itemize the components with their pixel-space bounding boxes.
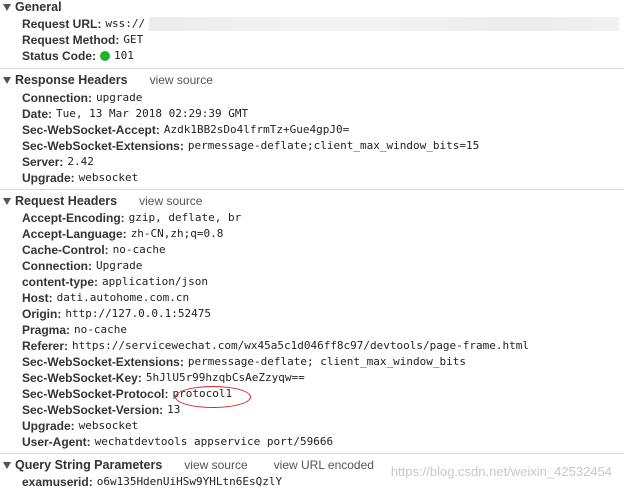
annotation-ellipse	[175, 386, 251, 408]
header-key: Upgrade:	[22, 419, 75, 433]
header-key: Connection:	[22, 91, 92, 105]
triangle-down-icon[interactable]	[3, 197, 11, 205]
header-row: content-type: application/json	[22, 274, 208, 290]
header-value: application/json	[102, 275, 208, 288]
header-value: 101	[114, 49, 134, 62]
header-key: Sec-WebSocket-Extensions:	[22, 355, 184, 369]
header-row: Accept-Language: zh-CN,zh;q=0.8	[22, 226, 223, 242]
header-value: 5hJlU5r99hzqbCsAeZzyqw==	[145, 371, 305, 384]
header-row: Sec-WebSocket-Accept: Azdk1BB2sDo4lfrmTz…	[22, 122, 349, 138]
divider	[0, 68, 624, 69]
header-value: GET	[123, 33, 144, 46]
status-dot-icon	[100, 51, 111, 61]
general-title: General	[15, 0, 62, 14]
response-headers-section-header[interactable]: Response Headers view source	[0, 71, 624, 89]
header-value: upgrade	[96, 91, 143, 104]
header-key: Sec-WebSocket-Accept:	[22, 123, 160, 137]
header-value: Azdk1BB2sDo4lfrmTz+Gue4gpJ0=	[163, 123, 350, 136]
header-value: websocket	[78, 419, 139, 432]
divider	[0, 453, 624, 454]
header-key: Connection:	[22, 259, 92, 273]
header-value: websocket	[78, 171, 139, 184]
header-value: no-cache	[112, 243, 166, 256]
request-headers-title: Request Headers	[15, 194, 118, 208]
triangle-down-icon[interactable]	[3, 461, 11, 469]
view-url-encoded-link[interactable]: view URL encoded	[274, 458, 374, 472]
header-value: https://servicewechat.com/wx45a5c1d046ff…	[72, 339, 529, 352]
header-key: Date:	[22, 107, 53, 121]
request-headers-section-header[interactable]: Request Headers view source	[0, 192, 624, 210]
header-row: Sec-WebSocket-Extensions: permessage-def…	[22, 138, 479, 154]
header-value: http://127.0.0.1:52475	[65, 307, 212, 320]
param-value: o6w135HdenUiHSw9YHLtn6EsQzlY	[96, 475, 283, 488]
view-source-link[interactable]: view source	[150, 73, 213, 87]
header-value: gzip, deflate, br	[128, 211, 242, 224]
header-value: Upgrade	[96, 259, 143, 272]
header-row: Connection: upgrade	[22, 90, 142, 106]
header-key: Accept-Encoding:	[22, 211, 125, 225]
header-value: permessage-deflate;client_max_window_bit…	[187, 139, 480, 152]
header-key: content-type:	[22, 275, 98, 289]
query-string-title: Query String Parameters	[15, 458, 163, 472]
header-row: Sec-WebSocket-Extensions: permessage-def…	[22, 354, 466, 370]
header-key: Referer:	[22, 339, 69, 353]
header-row: Server: 2.42	[22, 154, 94, 170]
header-key: Origin:	[22, 307, 62, 321]
header-key: Cache-Control:	[22, 243, 109, 257]
header-row: Sec-WebSocket-Key: 5hJlU5r99hzqbCsAeZzyq…	[22, 370, 305, 386]
header-key: Sec-WebSocket-Key:	[22, 371, 142, 385]
header-row: Request Method: GET	[22, 32, 143, 48]
header-key: Status Code:	[22, 49, 97, 63]
header-value: permessage-deflate; client_max_window_bi…	[187, 355, 466, 368]
view-source-link[interactable]: view source	[139, 194, 202, 208]
header-value: wss://	[105, 17, 146, 30]
header-value: no-cache	[74, 323, 128, 336]
header-key: Sec-WebSocket-Protocol:	[22, 387, 169, 401]
view-source-link[interactable]: view source	[184, 458, 247, 472]
header-key: Sec-WebSocket-Version:	[22, 403, 164, 417]
header-row: Accept-Encoding: gzip, deflate, br	[22, 210, 241, 226]
header-key: Upgrade:	[22, 171, 75, 185]
header-row: Cache-Control: no-cache	[22, 242, 166, 258]
triangle-down-icon[interactable]	[3, 3, 11, 11]
header-key: Request URL:	[22, 17, 102, 31]
param-key: examuserid:	[22, 475, 93, 489]
response-headers-title: Response Headers	[15, 73, 128, 87]
header-row: Upgrade: websocket	[22, 170, 138, 186]
header-row: Upgrade: websocket	[22, 418, 138, 434]
header-value: 13	[167, 403, 181, 416]
divider	[0, 189, 624, 190]
header-value: wechatdevtools appservice port/59666	[94, 435, 334, 448]
watermark: https://blog.csdn.net/weixin_42532454	[390, 464, 612, 479]
header-row: Connection: Upgrade	[22, 258, 142, 274]
header-row: Status Code: 101	[22, 48, 134, 64]
redacted-url	[149, 17, 620, 31]
header-key: Request Method:	[22, 33, 120, 47]
header-row: Request URL: wss://	[22, 16, 620, 32]
header-value: 2.42	[67, 155, 94, 168]
triangle-down-icon[interactable]	[3, 76, 11, 84]
header-row: Host: dati.autohome.com.cn	[22, 290, 189, 306]
header-key: Host:	[22, 291, 53, 305]
header-row: Sec-WebSocket-Version: 13	[22, 402, 180, 418]
header-key: Sec-WebSocket-Extensions:	[22, 139, 184, 153]
header-value: Tue, 13 Mar 2018 02:29:39 GMT	[56, 107, 249, 120]
header-row: User-Agent: wechatdevtools appservice po…	[22, 434, 333, 450]
header-row: Pragma: no-cache	[22, 322, 127, 338]
header-key: User-Agent:	[22, 435, 91, 449]
header-key: Server:	[22, 155, 64, 169]
header-key: Pragma:	[22, 323, 71, 337]
general-section-header[interactable]: General	[0, 0, 624, 16]
header-row: Referer: https://servicewechat.com/wx45a…	[22, 338, 529, 354]
header-row: Origin: http://127.0.0.1:52475	[22, 306, 211, 322]
header-value: zh-CN,zh;q=0.8	[130, 227, 224, 240]
header-row: Date: Tue, 13 Mar 2018 02:29:39 GMT	[22, 106, 248, 122]
header-key: Accept-Language:	[22, 227, 127, 241]
header-value: dati.autohome.com.cn	[56, 291, 190, 304]
header-row: examuserid: o6w135HdenUiHSw9YHLtn6EsQzlY	[22, 474, 282, 490]
